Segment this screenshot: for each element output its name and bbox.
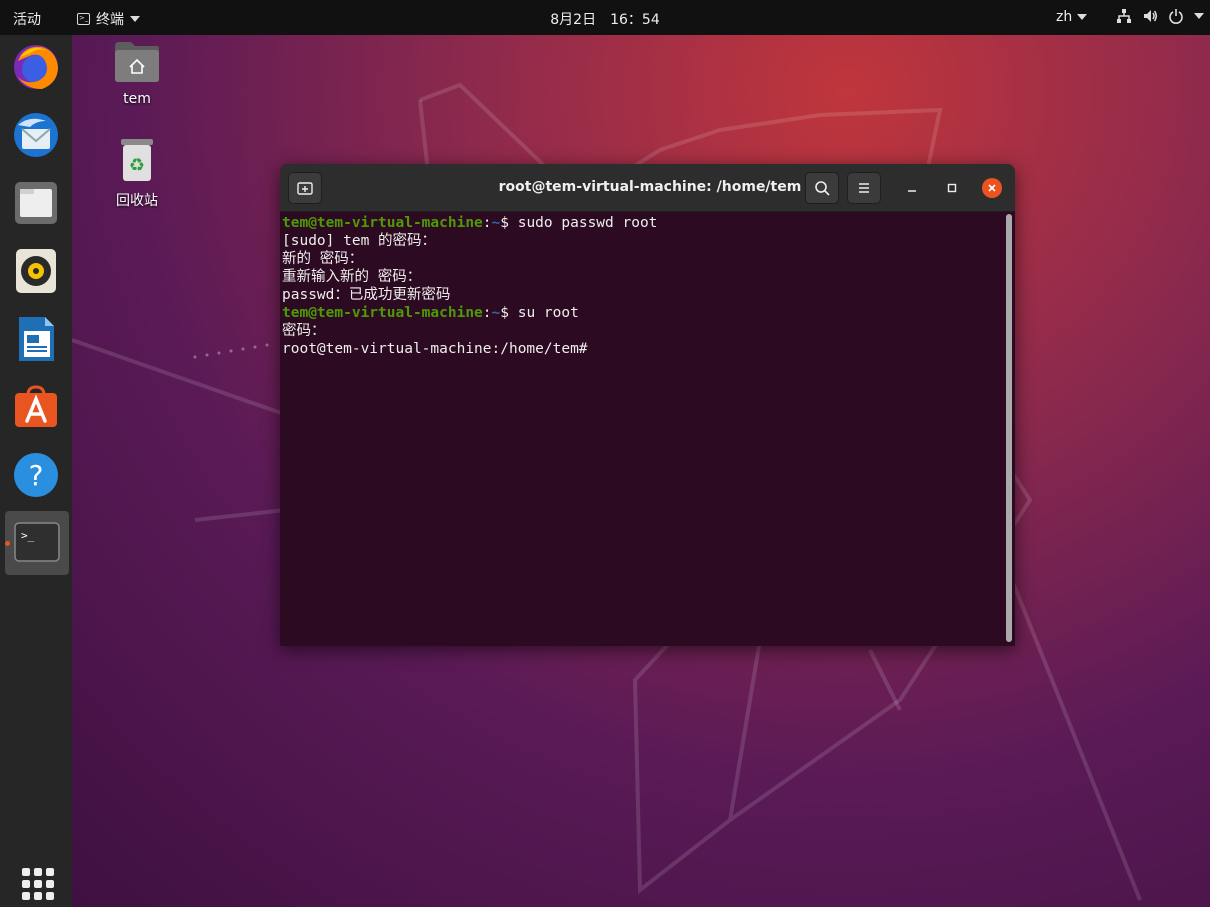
terminal-output[interactable]: tem@tem-virtual-machine:~$ sudo passwd r… [280,212,1005,646]
chevron-down-icon [1077,14,1088,20]
window-title: root@tem-virtual-machine: /home/tem [498,179,802,195]
terminal-line: [sudo] tem 的密码： [282,233,437,249]
trash-icon: ♻ [121,139,153,181]
power-icon [1169,9,1183,24]
files-icon[interactable] [12,179,60,227]
chevron-down-icon [1194,13,1204,19]
trash-label: 回收站 [116,193,158,209]
desktop-home-folder[interactable]: tem [105,40,169,107]
input-method-menu[interactable]: zh [1056,9,1088,25]
terminal-dock-item[interactable]: >_ [5,511,69,575]
desktop-trash[interactable]: ♻ 回收站 [105,137,169,210]
input-method-label: zh [1056,9,1073,25]
svg-text:?: ? [29,459,44,492]
prompt-user: tem@tem-virtual-machine [282,215,483,231]
help-icon[interactable]: ? [12,451,60,499]
clock[interactable]: 8月2日 16：54 [0,9,1210,29]
dock: ? >_ [0,35,72,907]
terminal-line: 密码： [282,323,326,339]
prompt-path: ~ [491,305,501,321]
terminal-icon: >_ [14,522,60,562]
search-button[interactable] [805,172,839,204]
clock-date: 8月2日 [550,12,597,28]
home-folder-label: tem [123,91,151,107]
terminal-line: 重新输入新的 密码： [282,269,422,285]
top-bar: 活动 >_ 终端 8月2日 16：54 zh [0,0,1210,35]
command-text: $ sudo passwd root [500,215,658,231]
ubuntu-software-icon[interactable] [12,383,60,431]
terminal-window[interactable]: root@tem-virtual-machine: /home/tem tem@… [280,164,1015,646]
svg-text:>_: >_ [21,529,35,542]
clock-time: 16：54 [610,12,660,28]
libreoffice-writer-icon[interactable] [12,315,60,363]
minimize-icon [908,190,916,192]
svg-text:♻: ♻ [129,155,145,176]
terminal-line: tem@tem-virtual-machine:~$ sudo passwd r… [282,215,658,231]
menu-button[interactable] [847,172,881,204]
home-folder-icon [115,42,159,82]
firefox-icon[interactable] [12,43,60,91]
scrollbar[interactable] [1006,214,1012,642]
terminal-line: root@tem-virtual-machine:/home/tem# [282,341,588,357]
prompt-user: tem@tem-virtual-machine [282,305,483,321]
maximize-button[interactable] [942,178,962,198]
network-icon [1117,9,1131,23]
new-tab-button[interactable] [288,172,322,204]
close-button[interactable] [982,178,1002,198]
terminal-line: 新的 密码： [282,251,364,267]
minimize-button[interactable] [902,178,922,198]
show-applications-icon[interactable] [22,868,54,900]
new-tab-icon [297,182,313,195]
system-menu[interactable] [1116,8,1204,24]
thunderbird-icon[interactable] [12,111,60,159]
running-indicator [5,541,10,546]
volume-icon [1144,10,1157,22]
terminal-line: tem@tem-virtual-machine:~$ su root [282,305,579,321]
rhythmbox-icon[interactable] [12,247,60,295]
hamburger-menu-icon [859,183,869,193]
terminal-line: passwd：已成功更新密码 [282,287,451,303]
maximize-icon [947,183,957,193]
close-icon [988,184,996,192]
command-text: $ su root [500,305,579,321]
search-icon [815,181,830,196]
prompt-path: ~ [491,215,501,231]
terminal-titlebar[interactable]: root@tem-virtual-machine: /home/tem [280,164,1015,212]
